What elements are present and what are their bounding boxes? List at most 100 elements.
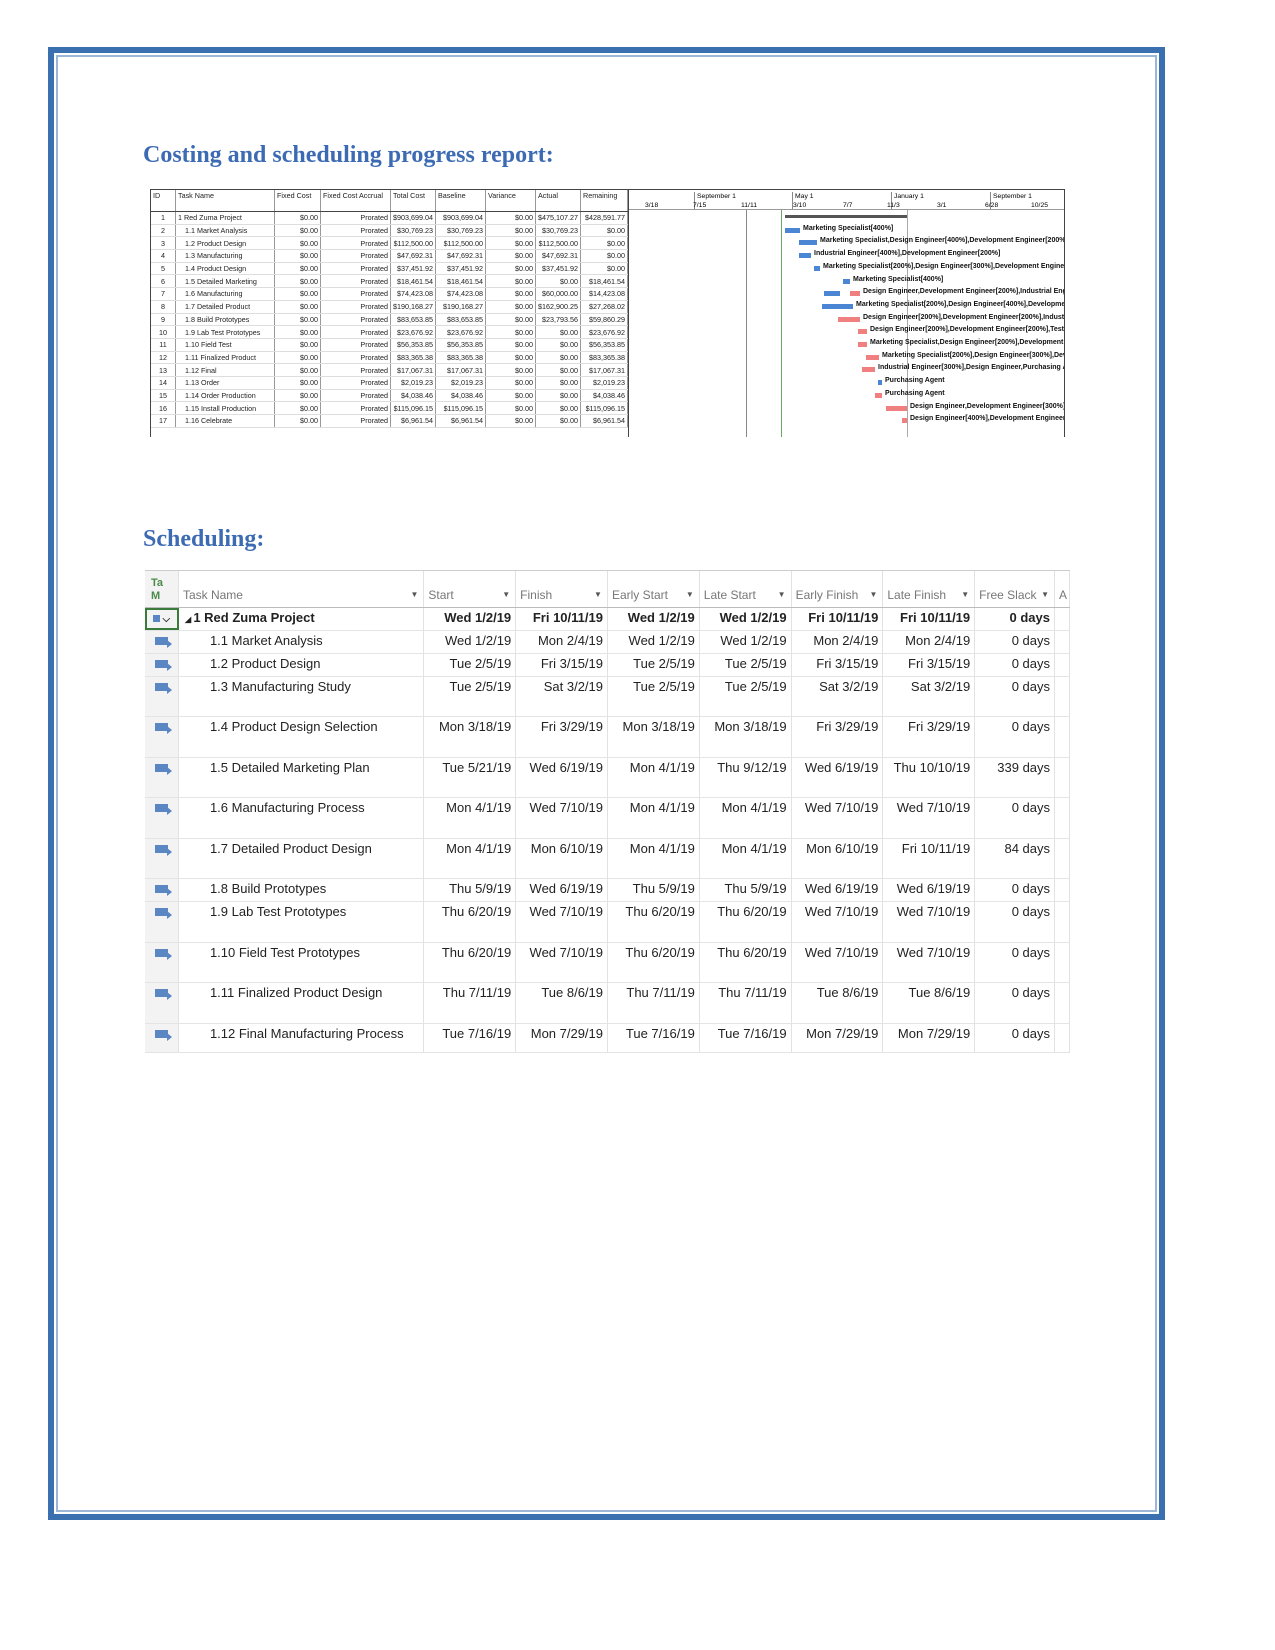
filter-dropdown-icon[interactable]: ▼	[686, 590, 694, 599]
task-mode-cell[interactable]	[145, 943, 179, 982]
table-cell: $6,961.54	[580, 414, 628, 428]
task-row[interactable]: 1.10 Field Test Prototypes Thu 6/20/19 Wed…	[145, 943, 1071, 983]
task-bar	[799, 253, 811, 259]
task-mode-cell[interactable]	[145, 631, 179, 653]
cell-text: Mon 4/1/19	[446, 841, 512, 856]
task-row[interactable]: 1.6 Manufacturing Process Mon 4/1/19 Wed 7…	[145, 798, 1071, 839]
task-mode-cell[interactable]	[145, 758, 179, 797]
table-row: 11 Red Zuma Project $0.00 Prorated $903,699…	[151, 211, 628, 225]
resource-label: Marketing Specialist,Design Engineer[200…	[870, 339, 1065, 346]
column-header[interactable]: Early Start ▼	[608, 571, 700, 607]
filter-dropdown-icon[interactable]: ▼	[778, 590, 786, 599]
gantt-gridline	[781, 210, 782, 437]
cell-text: Wed 1/2/19	[719, 610, 787, 625]
table-cell: $6,961.54	[435, 414, 486, 428]
task-mode-cell[interactable]	[145, 654, 179, 676]
task-mode-cell[interactable]	[145, 983, 179, 1023]
auto-scheduled-task-icon	[154, 804, 172, 815]
table-cell: Mon 4/1/19	[424, 839, 517, 878]
table-cell: $0.00	[580, 236, 628, 251]
column-header[interactable]: Late Start ▼	[700, 571, 792, 607]
filter-dropdown-icon[interactable]: ▼	[869, 590, 877, 599]
cell-text: 0 days	[1011, 985, 1051, 1000]
cell-text: 1.6 Manufacturing Process	[209, 800, 365, 815]
resource-label: Design Engineer[200%],Development Engine…	[863, 313, 1065, 321]
timescale-bottom-label: 7/7	[843, 202, 853, 209]
table-cell: $0.00	[274, 338, 321, 352]
task-row[interactable]: 1.2 Product Design Tue 2/5/19 Fri 3/15/19 T…	[145, 654, 1071, 677]
table-cell: $0.00	[274, 249, 321, 263]
task-mode-cell[interactable]	[145, 902, 179, 942]
task-bar	[886, 405, 907, 411]
table-cell: $4,038.46	[435, 389, 486, 403]
task-mode-cell[interactable]	[145, 1024, 179, 1052]
task-row[interactable]: 1.11 Finalized Product Design Thu 7/11/19…	[145, 983, 1071, 1024]
table-cell: Mon 3/18/19	[424, 717, 517, 757]
cell-text: Wed 7/10/19	[529, 800, 604, 815]
column-header[interactable]: A	[1055, 571, 1070, 607]
task-mode-cell[interactable]	[145, 879, 179, 901]
cell-text: Mon 6/10/19	[530, 841, 604, 856]
task-row[interactable]: 1.4 Product Design Selection Mon 3/18/19 F…	[145, 717, 1071, 758]
task-mode-cell[interactable]	[145, 839, 179, 878]
table-cell: $0.00	[485, 249, 536, 263]
task-row[interactable]: 1.9 Lab Test Prototypes Thu 6/20/19 Wed 7/…	[145, 902, 1071, 943]
table-cell: $0.00	[274, 224, 321, 238]
cell-text: Mon 4/1/19	[629, 760, 695, 775]
column-header[interactable]: Finish ▼	[516, 571, 608, 607]
summary-task-row[interactable]: ⌵ ◢ 1 Red Zuma Project Wed 1/2/19 Fri 10/11…	[145, 608, 1070, 631]
table-cell: $0.00	[485, 274, 536, 289]
table-cell: $0.00	[485, 287, 536, 301]
table-cell: Thu 10/10/19	[883, 758, 976, 797]
column-header[interactable]: Free Slack ▼	[975, 571, 1055, 607]
filter-dropdown-icon[interactable]: ▼	[502, 590, 510, 599]
column-header[interactable]: Task Name ▼	[179, 571, 425, 607]
dropdown-icon[interactable]: ⌵	[160, 614, 171, 625]
table-cell: $0.00	[485, 363, 536, 377]
cell-text: Wed 1/2/19	[627, 610, 695, 625]
column-header[interactable]: Start ▼	[424, 571, 517, 607]
table-cell: 5	[151, 262, 176, 276]
table-cell: Mon 7/29/19	[516, 1024, 609, 1052]
task-row[interactable]: 1.8 Build Prototypes Thu 5/9/19 Wed 6/19/1…	[145, 879, 1071, 902]
table-cell: 8	[151, 300, 176, 314]
task-row[interactable]: 1.12 Final Manufacturing Process Tue 7/16…	[145, 1024, 1071, 1053]
task-row[interactable]: 1.7 Detailed Product Design Mon 4/1/19 Mon…	[145, 839, 1071, 879]
column-header[interactable]: Late Finish ▼	[883, 571, 976, 607]
table-cell: $0.00	[274, 414, 321, 428]
column-header[interactable]: Early Finish ▼	[792, 571, 884, 607]
task-name-cell: 1.2 Product Design	[179, 654, 425, 676]
table-cell: Wed 7/10/19	[792, 902, 884, 942]
task-row[interactable]: 1.1 Market Analysis Wed 1/2/19 Mon 2/4/19 W…	[145, 631, 1071, 654]
cell-text: Tue 7/16/19	[717, 1026, 787, 1041]
column-header-mode[interactable]: Ta M	[145, 571, 179, 607]
table-cell: $23,676.92	[580, 325, 628, 339]
cell-text: 1 Red Zuma Project	[193, 610, 315, 625]
table-cell: Mon 6/10/19	[792, 839, 884, 878]
table-cell: $0.00	[535, 274, 581, 289]
schedule-table: Ta M Task Name ▼ Start ▼ Finish ▼ Early Start ▼ La…	[145, 570, 1071, 1053]
table-row: 16 1.15 Install Production $0.00 Prorated $1…	[151, 401, 628, 415]
task-mode-cell[interactable]: ⌵	[145, 608, 179, 630]
auto-scheduled-task-icon	[154, 845, 172, 856]
resource-label: Design Engineer,Development Engineer[200…	[863, 288, 1065, 296]
table-cell: 1.9 Lab Test Prototypes	[175, 325, 275, 339]
cell-text: Tue 2/5/19	[449, 656, 512, 671]
resource-label: Design Engineer[200%],Development Engine…	[870, 326, 1065, 334]
filter-dropdown-icon[interactable]: ▼	[961, 590, 969, 599]
cell-text: Thu 6/20/19	[717, 945, 787, 960]
table-cell: Thu 9/12/19	[700, 758, 792, 797]
filter-dropdown-icon[interactable]: ▼	[1041, 590, 1049, 599]
task-mode-cell[interactable]	[145, 798, 179, 838]
task-row[interactable]: 1.5 Detailed Marketing Plan Tue 5/21/19 We…	[145, 758, 1071, 798]
filter-dropdown-icon[interactable]: ▼	[410, 590, 418, 599]
task-mode-cell[interactable]	[145, 717, 179, 757]
table-cell: $0.00	[274, 262, 321, 276]
mode-header-line: M	[151, 590, 161, 602]
filter-dropdown-icon[interactable]: ▼	[594, 590, 602, 599]
task-row[interactable]: 1.3 Manufacturing Study Tue 2/5/19 Sat 3/2…	[145, 677, 1071, 717]
table-row: 9 1.8 Build Prototypes $0.00 Prorated $83,65…	[151, 313, 628, 327]
task-mode-cell[interactable]	[145, 677, 179, 716]
cell-text: Thu 5/9/19	[449, 881, 512, 896]
table-cell: Wed 7/10/19	[883, 798, 976, 838]
